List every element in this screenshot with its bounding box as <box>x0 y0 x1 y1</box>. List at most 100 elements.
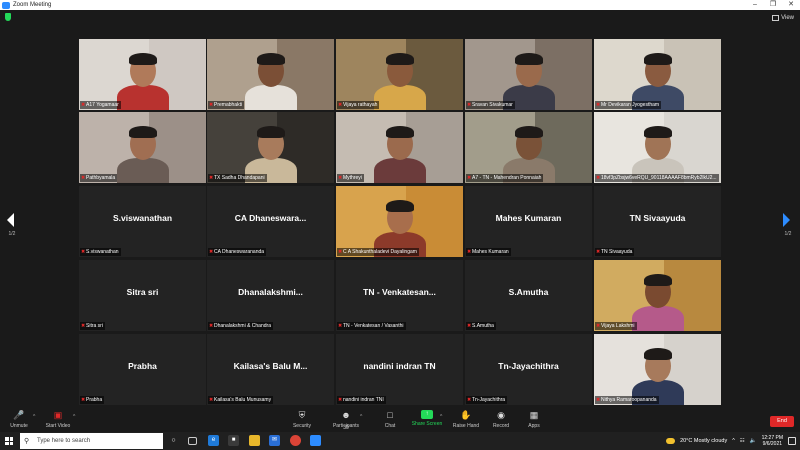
file-explorer-icon[interactable] <box>249 435 260 446</box>
edge-icon[interactable]: e <box>208 435 219 446</box>
participant-tile[interactable]: ✖ Sravan Sivakumar <box>465 39 592 110</box>
participant-tile[interactable]: ✖ Vijaya rathayah <box>336 39 463 110</box>
search-icon: ⚲ <box>24 438 30 445</box>
raise-hand-button[interactable]: ✋ Raise Hand <box>446 410 486 429</box>
next-page-button[interactable]: 1/2 <box>783 213 793 243</box>
audio-options-caret-icon[interactable]: ^ <box>33 414 35 420</box>
maximize-icon[interactable]: ❐ <box>764 0 782 10</box>
participant-tile[interactable]: S.viswanathan ✖ S.viswanathan <box>79 186 206 257</box>
share-options-caret-icon[interactable]: ^ <box>440 414 442 420</box>
muted-mic-icon: ✖ <box>467 248 472 255</box>
muted-mic-icon: ✖ <box>596 322 601 329</box>
notifications-icon[interactable] <box>788 437 796 445</box>
participant-tile[interactable]: TN Sivaayuda ✖ TN Sivaayuda <box>594 186 721 257</box>
muted-mic-icon: ✖ <box>467 101 472 108</box>
raise-hand-icon: ✋ <box>460 410 472 420</box>
previous-page-button[interactable]: 1/2 <box>7 213 17 243</box>
close-icon[interactable]: ✕ <box>782 0 800 10</box>
participants-caret-icon[interactable]: ^ <box>360 414 362 420</box>
participant-display-name: S.viswanathan <box>112 213 173 223</box>
store-icon[interactable]: ■ <box>228 435 239 446</box>
task-view-icon[interactable] <box>188 437 197 445</box>
participant-tile[interactable]: ✖ Mr Devikaran Jyogestham <box>594 39 721 110</box>
participant-tile[interactable]: nandini indran TN ✖ nandini indran TNI <box>336 334 463 405</box>
participant-video <box>79 39 206 110</box>
participant-display-name: TN Sivaayuda <box>629 213 686 223</box>
participant-name-tag: ✖ TN Sivaayuda <box>595 248 635 256</box>
participant-name: Dhanalakshmi & Chandra <box>214 323 271 329</box>
participant-tile[interactable]: ✖ Vijaya Lakshmi <box>594 260 721 331</box>
window-controls: – ❐ ✕ <box>746 0 800 10</box>
participant-video <box>79 112 206 183</box>
participant-tile[interactable]: ✖ A17 Yogamaar <box>79 39 206 110</box>
participants-label: Participants <box>332 423 360 429</box>
participant-video <box>207 112 334 183</box>
muted-mic-icon: ✖ <box>209 174 214 181</box>
participant-name-tag: ✖ Mahes Kumaran <box>466 248 511 256</box>
muted-mic-icon: 🎤 <box>13 410 25 420</box>
participant-tile[interactable]: ✖ TX Sadha Dhandapani <box>207 112 334 183</box>
participant-tile[interactable]: Kailasa's Balu M... ✖ Kailasa's Balu Munus… <box>207 334 334 405</box>
window-titlebar: Zoom Meeting – ❐ ✕ <box>0 0 800 10</box>
apps-button[interactable]: ▦ Apps <box>514 410 554 429</box>
minimize-icon[interactable]: – <box>746 0 764 10</box>
share-screen-label: Share Screen <box>411 421 443 427</box>
participant-tile[interactable]: CA Dhaneswara... ✖ CA Dhaneswarananda <box>207 186 334 257</box>
participant-tile[interactable]: S.Amutha ✖ S.Amutha <box>465 260 592 331</box>
participant-name-tag: ✖ S.Amutha <box>466 322 496 330</box>
volume-icon[interactable]: 🔈 <box>750 438 757 444</box>
participant-name-tag: ✖ Dhanalakshmi & Chandra <box>208 322 273 330</box>
chat-button[interactable]: □ Chat <box>370 410 410 429</box>
view-button[interactable]: View <box>772 13 794 22</box>
participant-name: Premabhakti <box>214 102 243 108</box>
participant-tile[interactable]: TN - Venkatesan... ✖ TN - Venkatesan / Vas… <box>336 260 463 331</box>
participant-tile[interactable]: Dhanalakshmi... ✖ Dhanalakshmi & Chandra <box>207 260 334 331</box>
mail-icon[interactable]: ✉ <box>269 435 280 446</box>
participant-name: C A Shakunthaladevi Dayalingam <box>343 249 417 255</box>
participant-name-tag: ✖ Nithya Ramaroopananda <box>595 396 659 404</box>
video-options-caret-icon[interactable]: ^ <box>73 414 75 420</box>
participant-name-tag: ✖ Sitra sri <box>80 322 105 330</box>
muted-mic-icon: ✖ <box>596 174 601 181</box>
participant-tile[interactable]: Tn-Jayachithra ✖ Tn-Jayachithra <box>465 334 592 405</box>
cortana-icon[interactable]: ○ <box>168 435 179 446</box>
muted-mic-icon: ✖ <box>209 248 214 255</box>
weather-cloud-icon <box>666 438 676 444</box>
page-indicator-right: 1/2 <box>784 231 792 237</box>
zoom-taskbar-icon[interactable] <box>310 435 321 446</box>
participant-name-tag: ✖ Mr Devikaran Jyogestham <box>595 101 662 109</box>
record-icon: ◉ <box>497 410 505 420</box>
end-meeting-button[interactable]: End <box>770 416 794 427</box>
participant-tile[interactable]: Prabha ✖ Prabha <box>79 334 206 405</box>
participant-tile[interactable]: ✖ 18vf3pZbsjw6veRQU_90118AAAAF8bmRyb2lkU2… <box>594 112 721 183</box>
taskbar-clock[interactable]: 12:27 PM 9/6/2021 <box>762 435 783 447</box>
participant-tile[interactable]: ✖ Mythreyi <box>336 112 463 183</box>
security-button[interactable]: ⛨ Security <box>282 410 322 429</box>
participant-name: Tn-Jayachithra <box>472 397 506 403</box>
tray-chevron-icon[interactable]: ^ <box>732 438 735 444</box>
weather-text[interactable]: 20°C Mostly cloudy <box>680 438 727 444</box>
participant-name-tag: ✖ Vijaya rathayah <box>337 101 380 109</box>
participant-video <box>594 260 721 331</box>
start-video-button[interactable]: ▣ Start Video <box>38 410 78 429</box>
participant-tile[interactable]: ✖ Premabhakti <box>207 39 334 110</box>
windows-start-icon[interactable] <box>5 437 13 445</box>
encryption-shield-icon[interactable] <box>5 13 11 21</box>
participant-display-name: nandini indran TN <box>363 361 436 371</box>
muted-mic-icon: ✖ <box>467 322 472 329</box>
participant-name-tag: ✖ 18vf3pZbsjw6veRQU_90118AAAAF8bmRyb2lkU2… <box>595 174 719 182</box>
participant-name: S.viswanathan <box>86 249 119 255</box>
participant-tile[interactable]: ✖ A7 - TN - Mahendran Ponnaiah <box>465 112 592 183</box>
chat-icon: □ <box>387 410 393 420</box>
participant-tile[interactable]: ✖ Nithya Ramaroopananda <box>594 334 721 405</box>
participant-tile[interactable]: Mahes Kumaran ✖ Mahes Kumaran <box>465 186 592 257</box>
participant-tile[interactable]: ✖ C A Shakunthaladevi Dayalingam <box>336 186 463 257</box>
network-icon[interactable]: ☷ <box>740 438 745 444</box>
participant-video <box>465 112 592 183</box>
share-screen-icon: ↑ <box>421 410 433 419</box>
taskbar-search-box[interactable]: ⚲ Type here to search <box>20 433 163 449</box>
chrome-icon[interactable] <box>290 435 301 446</box>
participants-icon: ☻30 <box>341 410 351 431</box>
participant-tile[interactable]: ✖ Pathbyamala <box>79 112 206 183</box>
participant-tile[interactable]: Sitra sri ✖ Sitra sri <box>79 260 206 331</box>
